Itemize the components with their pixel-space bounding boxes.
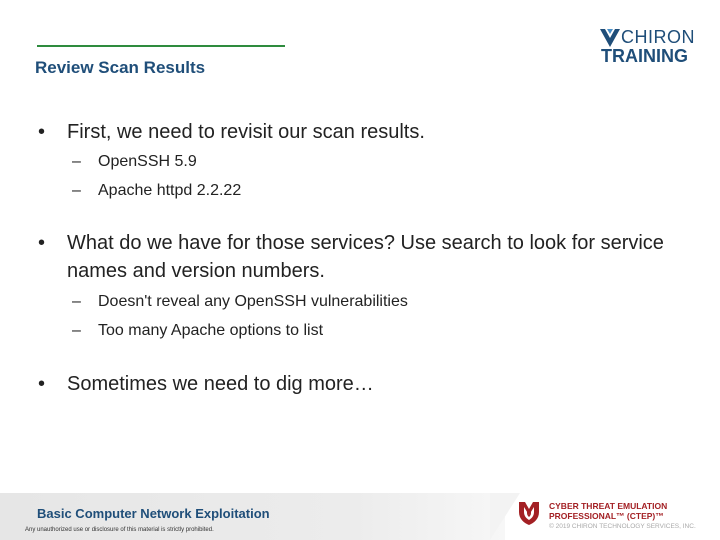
title-underline [37,45,285,47]
disclaimer-text: Any unauthorized use or disclosure of th… [25,527,214,533]
bullet-marker: • [38,232,46,254]
bullet-marker: • [38,121,46,143]
bullet-text: What do we have for those services? Use … [67,232,664,282]
chiron-chevron-icon [600,29,620,47]
course-title: Basic Computer Network Exploitation [37,506,270,521]
bullet-text: Sometimes we need to dig more… [67,373,374,395]
logo-top-row: CHIRON [600,27,695,47]
copyright-text: © 2019 CHIRON TECHNOLOGY SERVICES, INC. [549,523,696,530]
ctep-title-line2: PROFESSIONAL™ (CTEP)™ [549,511,664,521]
sub-bullet-marker: – [72,182,81,199]
logo-chiron-text: CHIRON [621,27,695,47]
slide-footer: Basic Computer Network Exploitation Any … [0,493,720,540]
logo-training-text: TRAINING [601,46,688,66]
sub-bullet-marker: – [72,153,81,170]
sub-bullet-text: Doesn't reveal any OpenSSH vulnerabiliti… [98,293,408,310]
footer-slant-edge [490,493,520,540]
sub-bullet-marker: – [72,322,81,339]
bullet-text: First, we need to revisit our scan resul… [67,121,425,143]
chiron-training-logo: CHIRON TRAINING [600,27,695,67]
sub-bullet-marker: – [72,293,81,310]
ctep-title-line1: CYBER THREAT EMULATION [549,501,668,511]
sub-bullet-text: OpenSSH 5.9 [98,153,197,170]
sub-bullet-text: Too many Apache options to list [98,322,324,339]
slide-title: Review Scan Results [35,58,206,77]
ctep-shield-icon [519,502,539,525]
bullet-marker: • [38,373,46,395]
sub-bullet-text: Apache httpd 2.2.22 [98,182,242,199]
